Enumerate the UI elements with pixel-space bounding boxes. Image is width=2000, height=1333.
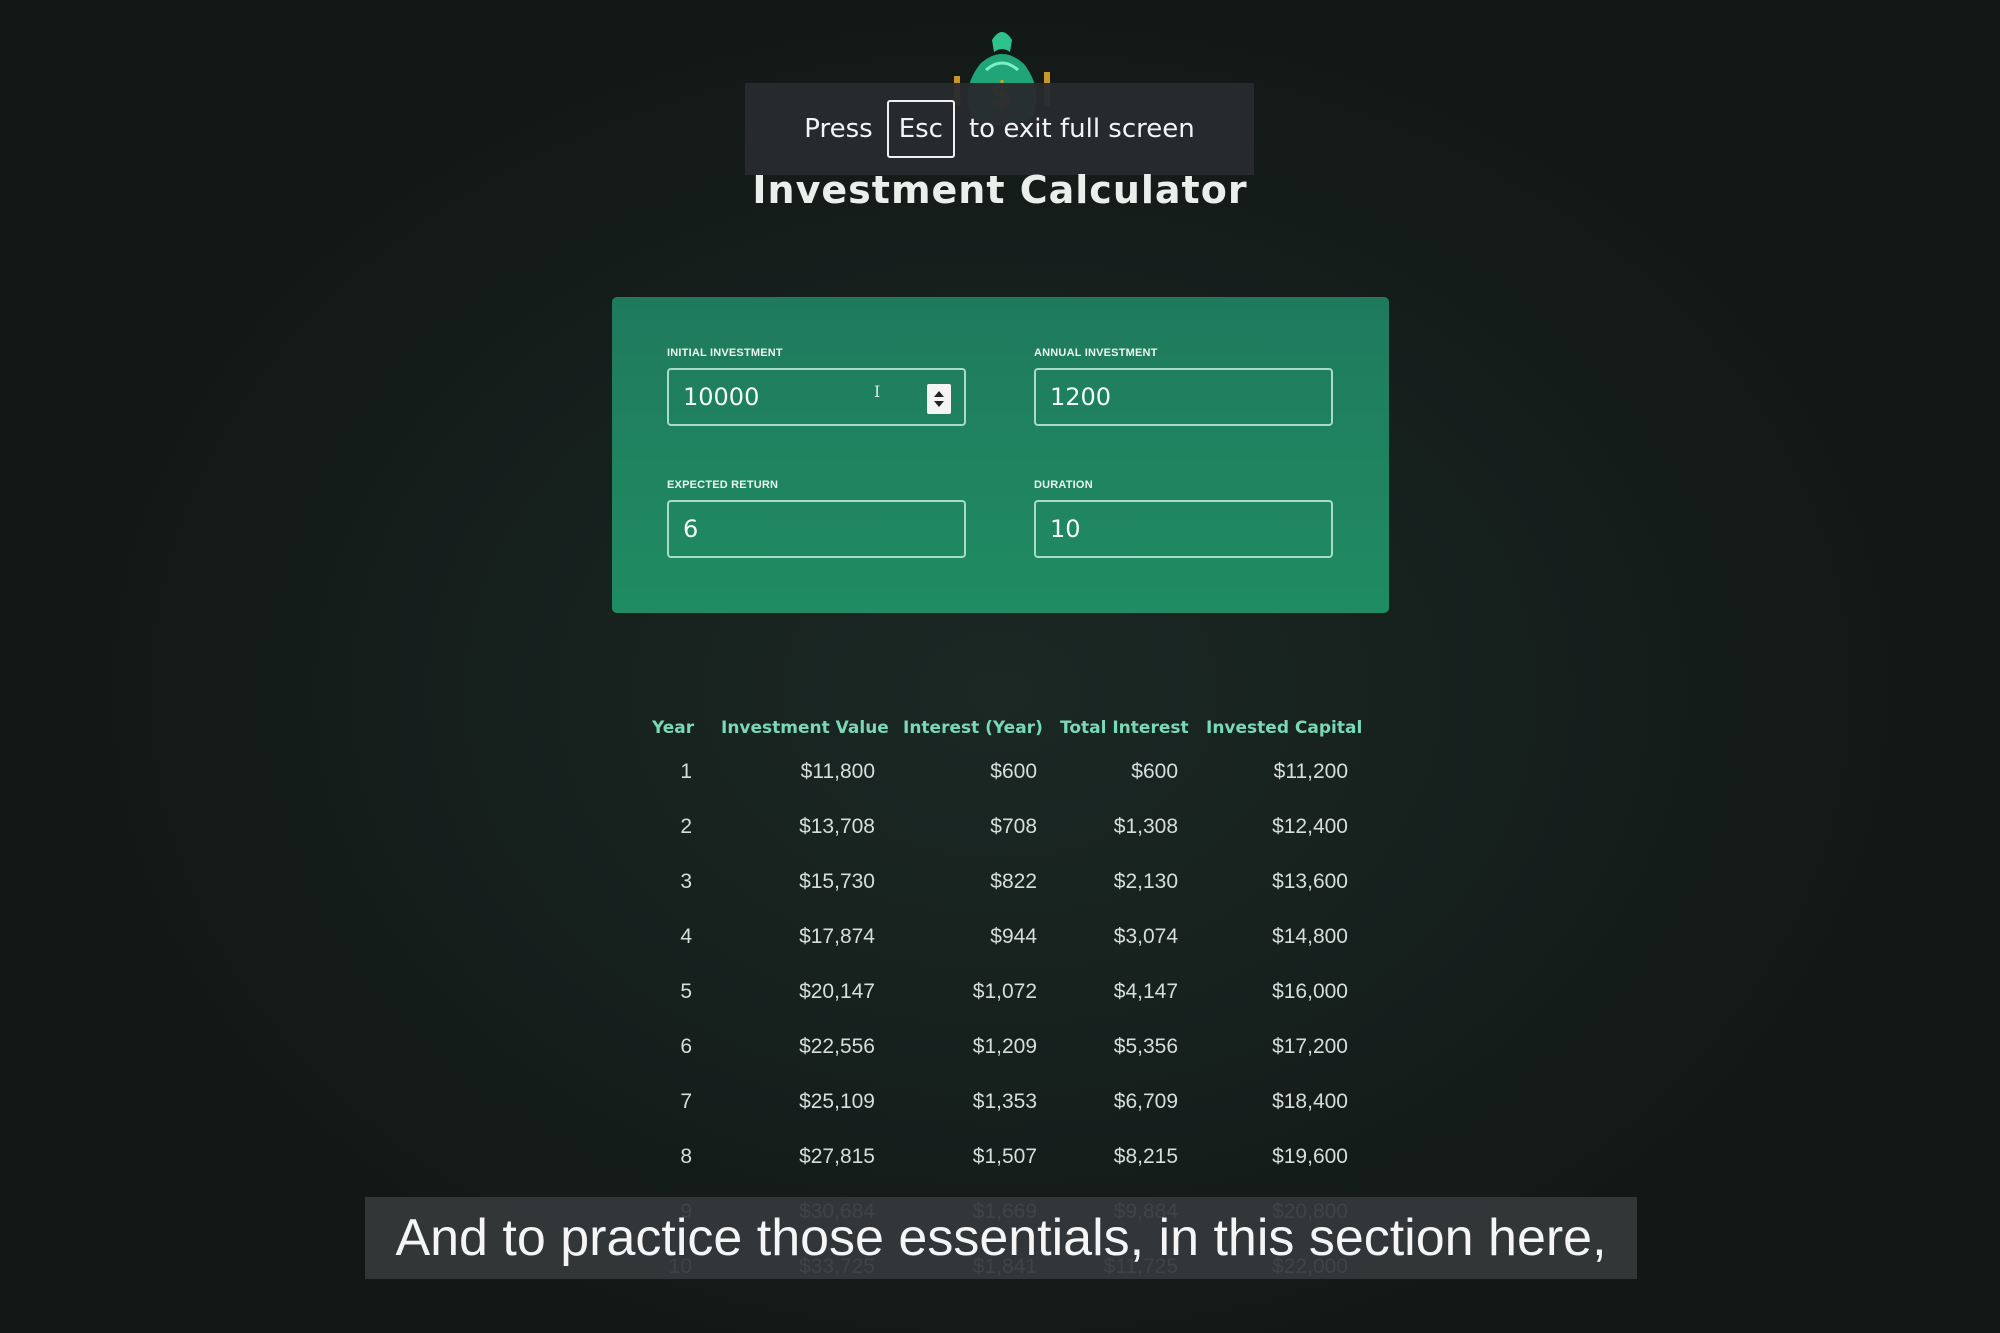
page-title: Investment Calculator — [752, 168, 1248, 212]
table-cell: $1,209 — [972, 1035, 1037, 1058]
table-cell: $22,556 — [799, 1035, 875, 1058]
stepper-down-icon[interactable] — [934, 401, 944, 407]
esc-key: Esc — [886, 100, 955, 158]
table-row: 7 $25,109 $1,353 $6,709 $18,400 — [640, 1090, 1360, 1120]
annual-investment-group: Annual Investment 1200 — [1034, 347, 1333, 426]
expected-return-label: Expected Return — [667, 479, 779, 491]
fullscreen-rest-text: to exit full screen — [968, 114, 1195, 144]
table-cell: $708 — [990, 815, 1037, 838]
duration-value: 10 — [1050, 515, 1081, 543]
table-cell: $1,353 — [972, 1090, 1037, 1113]
table-row: 1 $11,800 $600 $600 $11,200 — [640, 760, 1360, 790]
annual-investment-input[interactable]: 1200 — [1034, 368, 1333, 426]
table-cell: $16,000 — [1272, 980, 1348, 1003]
text-cursor-icon: Ⅰ — [874, 382, 881, 401]
table-cell: $1,507 — [972, 1145, 1037, 1168]
fullscreen-press-text: Press — [804, 114, 873, 144]
table-cell: 5 — [680, 980, 692, 1003]
initial-investment-value: 10000 — [683, 383, 760, 411]
table-cell: $12,400 — [1272, 815, 1348, 838]
table-cell: $25,109 — [799, 1090, 875, 1113]
table-cell: $5,356 — [1113, 1035, 1178, 1058]
table-row: 3 $15,730 $822 $2,130 $13,600 — [640, 870, 1360, 900]
annual-investment-label: Annual Investment — [1034, 347, 1158, 359]
table-cell: $20,147 — [799, 980, 875, 1003]
stepper-up-icon[interactable] — [934, 391, 944, 397]
table-cell: $18,400 — [1272, 1090, 1348, 1113]
duration-label: Duration — [1034, 479, 1093, 491]
expected-return-input[interactable]: 6 — [667, 500, 966, 558]
header-interest-year: Interest (Year) — [903, 718, 1043, 738]
table-cell: $17,874 — [799, 925, 875, 948]
annual-investment-value: 1200 — [1050, 383, 1112, 411]
table-cell: $600 — [1131, 760, 1178, 783]
table-cell: $13,600 — [1272, 870, 1348, 893]
table-cell: $3,074 — [1113, 925, 1178, 948]
table-cell: 8 — [680, 1145, 692, 1168]
table-cell: $4,147 — [1113, 980, 1178, 1003]
header-investment-value: Investment Value — [721, 718, 889, 738]
input-panel: Initial Investment 10000 Ⅰ Annual Invest… — [612, 297, 1389, 613]
initial-investment-input[interactable]: 10000 Ⅰ — [667, 368, 966, 426]
table-cell: $822 — [990, 870, 1037, 893]
header-year: Year — [652, 718, 695, 738]
initial-investment-label: Initial Investment — [667, 347, 783, 359]
subtitle-caption: And to practice those essentials, in thi… — [365, 1197, 1637, 1279]
expected-return-value: 6 — [683, 515, 699, 543]
table-cell: $13,708 — [799, 815, 875, 838]
table-cell: $15,730 — [799, 870, 875, 893]
table-cell: $11,800 — [800, 760, 875, 783]
table-cell: $19,600 — [1272, 1145, 1348, 1168]
table-header: Year Investment Value Interest (Year) To… — [640, 712, 1363, 764]
caption-text: And to practice those essentials, in thi… — [395, 1209, 1607, 1267]
table-cell: $6,709 — [1113, 1090, 1178, 1113]
table-cell: $11,200 — [1273, 760, 1348, 783]
table-cell: $1,308 — [1113, 815, 1178, 838]
table-row: 5 $20,147 $1,072 $4,147 $16,000 — [640, 980, 1360, 1010]
table-row: 2 $13,708 $708 $1,308 $12,400 — [640, 815, 1360, 845]
table-row: 6 $22,556 $1,209 $5,356 $17,200 — [640, 1035, 1360, 1065]
duration-group: Duration 10 — [1034, 479, 1333, 558]
table-cell: 4 — [680, 925, 692, 948]
number-stepper[interactable] — [927, 384, 951, 414]
table-cell: 1 — [680, 760, 692, 783]
table-row: 8 $27,815 $1,507 $8,215 $19,600 — [640, 1145, 1360, 1175]
header-invested-capital: Invested Capital — [1206, 718, 1363, 738]
table-cell: $17,200 — [1272, 1035, 1348, 1058]
duration-input[interactable]: 10 — [1034, 500, 1333, 558]
table-cell: $27,815 — [799, 1145, 875, 1168]
table-cell: $1,072 — [972, 980, 1037, 1003]
table-cell: 7 — [680, 1090, 692, 1113]
table-cell: $14,800 — [1272, 925, 1348, 948]
initial-investment-group: Initial Investment 10000 Ⅰ — [667, 347, 966, 426]
table-cell: 6 — [680, 1035, 692, 1058]
expected-return-group: Expected Return 6 — [667, 479, 966, 558]
table-cell: $8,215 — [1113, 1145, 1178, 1168]
results-table: Year Investment Value Interest (Year) To… — [640, 712, 1363, 1278]
table-row: 4 $17,874 $944 $3,074 $14,800 — [640, 925, 1360, 955]
table-cell: $2,130 — [1113, 870, 1178, 893]
table-cell: $600 — [990, 760, 1037, 783]
fullscreen-notice: Press Esc to exit full screen — [745, 83, 1254, 175]
table-cell: 3 — [680, 870, 692, 893]
table-cell: $944 — [990, 925, 1037, 948]
header-total-interest: Total Interest — [1060, 718, 1189, 738]
table-cell: 2 — [680, 815, 692, 838]
